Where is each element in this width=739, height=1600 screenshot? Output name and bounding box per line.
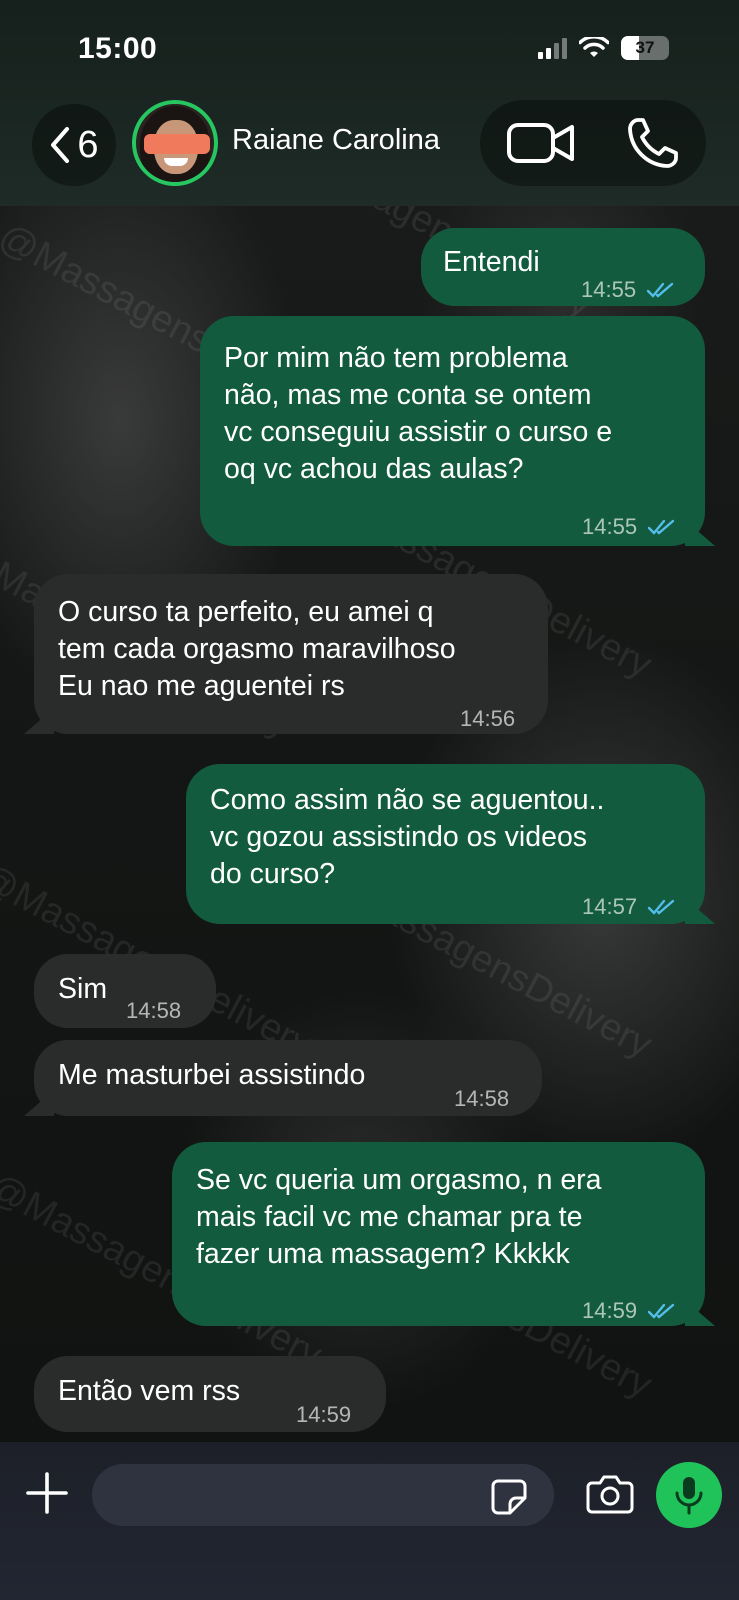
contact-avatar[interactable] (132, 100, 218, 186)
message-incoming[interactable]: O curso ta perfeito, eu amei q tem cada … (24, 574, 548, 737)
message-outgoing[interactable]: Por mim não tem problema não, mas me con… (200, 316, 715, 546)
message-incoming[interactable]: Sim 14:58 (34, 954, 216, 1028)
message-incoming[interactable]: Me masturbei assistindo 14:58 (24, 1040, 542, 1117)
message-meta: 14:56 (460, 700, 515, 737)
message-text: Sim (58, 973, 108, 1005)
message-outgoing[interactable]: Se vc queria um orgasmo, n era mais faci… (172, 1142, 715, 1329)
back-button[interactable]: 6 (32, 104, 116, 186)
message-time: 14:57 (582, 894, 638, 919)
read-receipt-icon (647, 899, 675, 915)
message-time: 14:55 (581, 277, 637, 302)
message-time: 14:56 (460, 706, 516, 731)
message-text: Entendi (443, 246, 540, 278)
sticker-icon[interactable] (490, 1478, 528, 1516)
message-time: 14:55 (582, 514, 638, 539)
message-incoming[interactable]: Então vem rss 14:59 (34, 1356, 386, 1432)
message-text: Se vc queria um orgasmo, n era mais faci… (196, 1164, 602, 1270)
message-text: O curso ta perfeito, eu amei q tem cada … (58, 596, 456, 702)
status-time: 15:00 (78, 32, 158, 65)
camera-icon[interactable] (586, 1474, 634, 1514)
composer-bar (0, 1442, 739, 1600)
read-receipt-icon (647, 519, 675, 535)
message-meta: 14:58 (126, 992, 181, 1029)
message-text: Por mim não tem problema não, mas me con… (224, 342, 613, 485)
phone-icon[interactable] (626, 116, 680, 170)
contact-name[interactable]: Raiane Carolina (232, 124, 440, 157)
back-chevron-icon (51, 127, 70, 163)
message-text: Então vem rss (58, 1375, 241, 1407)
status-icons: 37 (538, 36, 669, 60)
message-time: 14:59 (582, 1298, 638, 1323)
message-outgoing[interactable]: Como assim não se aguentou.. vc gozou as… (186, 764, 715, 925)
message-text: Como assim não se aguentou.. vc gozou as… (210, 784, 605, 890)
message-text: Me masturbei assistindo (58, 1059, 366, 1091)
message-input[interactable] (92, 1464, 554, 1526)
microphone-icon (675, 1477, 703, 1515)
message-time: 14:59 (296, 1402, 352, 1427)
message-meta: 14:55 (582, 508, 677, 545)
wifi-icon (579, 37, 609, 57)
read-receipt-icon (647, 1303, 675, 1319)
plus-icon[interactable] (24, 1470, 70, 1516)
voice-message-button[interactable] (656, 1462, 722, 1528)
chat-header: 15:00 37 6 Raiane Carolina (0, 0, 739, 206)
call-actions (480, 100, 706, 186)
video-call-icon[interactable] (506, 118, 576, 168)
message-meta: 14:59 (582, 1292, 677, 1329)
cellular-signal-icon (538, 37, 567, 59)
message-meta: 14:59 (296, 1396, 351, 1433)
battery-level: 37 (635, 38, 655, 57)
read-receipt-icon (646, 282, 674, 298)
unread-count: 6 (77, 123, 99, 166)
message-meta: 14:57 (582, 888, 677, 925)
message-meta: 14:55 (581, 271, 676, 308)
message-meta: 14:58 (454, 1080, 509, 1117)
message-time: 14:58 (454, 1086, 510, 1111)
message-time: 14:58 (126, 998, 182, 1023)
battery-icon: 37 (621, 36, 669, 60)
message-outgoing[interactable]: Entendi 14:55 (421, 228, 705, 306)
